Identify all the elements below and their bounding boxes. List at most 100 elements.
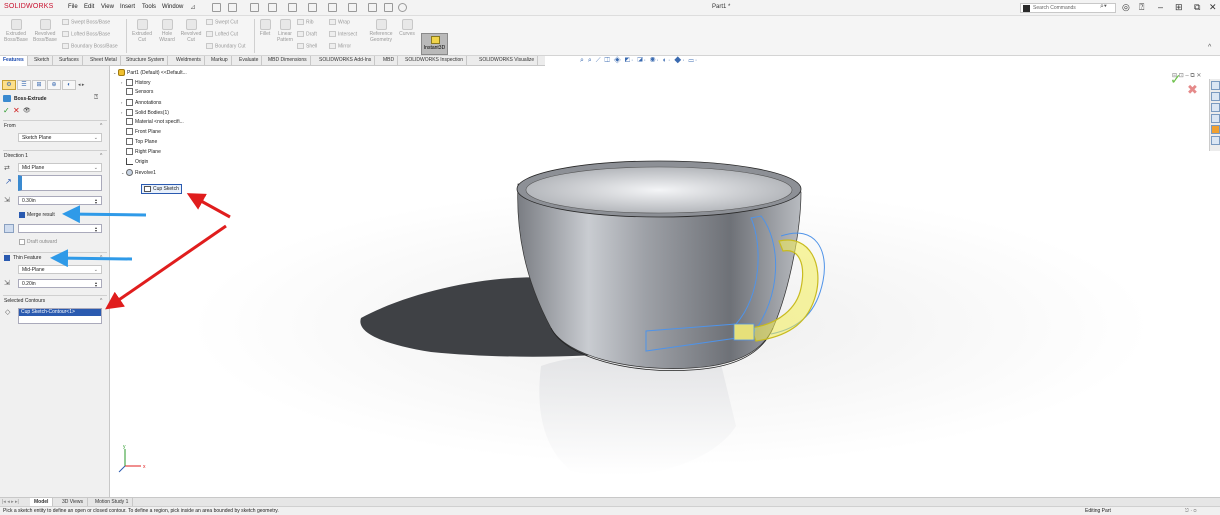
options-gear-icon[interactable]: [398, 3, 407, 12]
direction-vector-field[interactable]: [18, 175, 102, 191]
end-condition-select[interactable]: Mid Plane ⌄: [18, 163, 102, 172]
swept-boss-button[interactable]: Swept Boss/Base: [62, 19, 110, 25]
linear-pattern-button[interactable]: Linear Pattern: [274, 19, 296, 43]
configuration-manager-tab[interactable]: ⊞: [32, 80, 46, 90]
tab-evaluate[interactable]: Evaluate: [236, 56, 263, 66]
draft-outward-checkbox[interactable]: [19, 239, 25, 245]
intersect-button[interactable]: Intersect: [329, 31, 357, 37]
hole-wizard-button[interactable]: Hole Wizard: [156, 19, 178, 43]
tree-item-annotations[interactable]: › Annotations: [113, 98, 273, 108]
tab-sketch[interactable]: Sketch: [31, 56, 54, 66]
tree-item-right-plane[interactable]: Right Plane: [113, 148, 273, 158]
home-icon[interactable]: [212, 3, 221, 12]
feature-manager-tab[interactable]: ⚙: [2, 80, 16, 90]
confirm-corner-cancel-icon[interactable]: ✖: [1187, 82, 1198, 98]
tab-mbd[interactable]: MBD: [380, 56, 399, 66]
curves-button[interactable]: Curves: [397, 19, 417, 37]
tab-weldments[interactable]: Weldments: [173, 56, 205, 66]
display-manager-tab[interactable]: ◐: [62, 80, 76, 90]
appearances-icon[interactable]: [1211, 136, 1220, 145]
tile-icon[interactable]: ⧉: [1194, 2, 1200, 13]
thin-thickness-input[interactable]: 0.20in ▴ ▾: [18, 279, 102, 288]
revolved-cut-button[interactable]: Revolved Cut: [178, 19, 204, 43]
save-icon[interactable]: [268, 3, 277, 12]
tab-solidworks-inspection[interactable]: SOLIDWORKS Inspection: [402, 56, 468, 66]
tab-solidworks-visualize[interactable]: SOLIDWORKS Visualize: [476, 56, 539, 66]
tree-item-top-plane[interactable]: Top Plane: [113, 138, 273, 148]
fillet-button[interactable]: Fillet: [256, 19, 274, 37]
reference-geometry-button[interactable]: Reference Geometry: [366, 19, 396, 43]
pin-icon[interactable]: ⊿: [190, 3, 196, 11]
ok-check-icon[interactable]: ✓: [3, 106, 10, 115]
draft-button[interactable]: Draft: [297, 31, 317, 37]
draft-angle-input[interactable]: ▴ ▾: [18, 224, 102, 233]
selected-contours-list[interactable]: Cup Sketch-Contour<1>: [18, 308, 102, 324]
draft-spinner-icon[interactable]: ▴ ▾: [95, 226, 100, 233]
collapse-from-icon[interactable]: ^: [100, 123, 102, 129]
property-manager-tab[interactable]: ☰: [17, 80, 31, 90]
swept-cut-button[interactable]: Swept Cut: [206, 19, 238, 25]
depth-input[interactable]: 0.30in ▴ ▾: [18, 196, 102, 205]
file-properties-icon[interactable]: [384, 3, 393, 12]
collapse-thin-icon[interactable]: ^: [100, 255, 102, 261]
confirm-corner-ok-icon[interactable]: ✓: [1170, 71, 1182, 88]
boundary-boss-button[interactable]: Boundary Boss/Base: [62, 43, 118, 49]
tab-structure-system[interactable]: Structure System: [123, 56, 169, 66]
extruded-boss-button[interactable]: Extruded Boss/Base: [3, 19, 29, 43]
file-explorer-icon[interactable]: [1211, 114, 1220, 123]
open-icon[interactable]: [250, 3, 259, 12]
undo-icon[interactable]: [308, 3, 317, 12]
menu-insert[interactable]: Insert: [120, 4, 135, 10]
minimize-icon[interactable]: –: [1158, 2, 1163, 12]
panel-scroll-arrows[interactable]: ◂ ▸: [78, 82, 84, 88]
help-question-icon[interactable]: ⍰: [94, 94, 98, 102]
tree-item-material[interactable]: Material <not specifi...: [113, 118, 273, 128]
account-icon[interactable]: ◎: [1122, 2, 1130, 13]
cup-model-svg[interactable]: x y: [111, 66, 1220, 496]
depth-spinner-icon[interactable]: ▴ ▾: [95, 198, 100, 205]
rib-button[interactable]: Rib: [297, 19, 314, 25]
tab-sheet-metal[interactable]: Sheet Metal: [87, 56, 121, 66]
draft-toggle-icon[interactable]: [4, 224, 14, 233]
preview-eye-icon[interactable]: 👁: [23, 107, 31, 114]
thin-feature-checkbox[interactable]: [4, 255, 10, 261]
dimxpert-tab[interactable]: ⊕: [47, 80, 61, 90]
menu-tools[interactable]: Tools: [142, 4, 156, 10]
home-pane-icon[interactable]: [1211, 81, 1220, 90]
tab-mbd-dimensions[interactable]: MBD Dimensions: [265, 56, 311, 66]
wrap-button[interactable]: Wrap: [329, 19, 350, 25]
new-document-icon[interactable]: [228, 3, 237, 12]
print-icon[interactable]: [288, 3, 297, 12]
tree-item-sensors[interactable]: Sensors: [113, 88, 273, 98]
tree-item-front-plane[interactable]: Front Plane: [113, 128, 273, 138]
collapse-direction1-icon[interactable]: ^: [100, 153, 102, 159]
lofted-boss-button[interactable]: Lofted Boss/Base: [62, 31, 110, 37]
menu-window[interactable]: Window: [162, 4, 183, 10]
close-icon[interactable]: ✕: [1209, 2, 1217, 13]
solidworks-logo[interactable]: SOLIDWORKS: [4, 3, 53, 10]
select-icon[interactable]: [348, 3, 357, 12]
thin-type-select[interactable]: Mid-Plane ⌄: [18, 265, 102, 274]
shell-button[interactable]: Shell: [297, 43, 317, 49]
cancel-x-icon[interactable]: ✕: [13, 106, 20, 115]
from-select[interactable]: Sketch Plane ⌄: [18, 133, 102, 142]
tree-item-revolve1[interactable]: ⌄ Revolve1: [113, 168, 273, 178]
help-icon[interactable]: ⍰: [1139, 2, 1144, 13]
units-icon[interactable]: ⎋ · ⊙: [1185, 507, 1197, 515]
menu-file[interactable]: File: [68, 4, 78, 10]
tab-surfaces[interactable]: Surfaces: [56, 56, 83, 66]
tab-markup[interactable]: Markup: [208, 56, 232, 66]
redo-icon[interactable]: [328, 3, 337, 12]
extruded-cut-button[interactable]: Extruded Cut: [129, 19, 155, 43]
boundary-cut-button[interactable]: Boundary Cut: [206, 43, 246, 49]
heads-up-view-toolbar[interactable]: ⌕ ⌕ ⟋ ◫ ◈ ◩· ◪· ◉· ◐· ◆· ▭·: [580, 57, 698, 65]
mirror-button[interactable]: Mirror: [329, 43, 351, 49]
tab-scroll-arrows[interactable]: |◂ ◂ ▸ ▸|: [2, 499, 19, 505]
collapse-ribbon-icon[interactable]: ^: [1208, 44, 1211, 51]
menu-view[interactable]: View: [101, 4, 114, 10]
revolved-boss-button[interactable]: Revolved Boss/Base: [31, 19, 59, 43]
thickness-spinner-icon[interactable]: ▴ ▾: [95, 281, 100, 288]
tree-item-solid-bodies[interactable]: › Solid Bodies(1): [113, 108, 273, 118]
lofted-cut-button[interactable]: Lofted Cut: [206, 31, 238, 37]
collapse-contours-icon[interactable]: ^: [100, 298, 102, 304]
